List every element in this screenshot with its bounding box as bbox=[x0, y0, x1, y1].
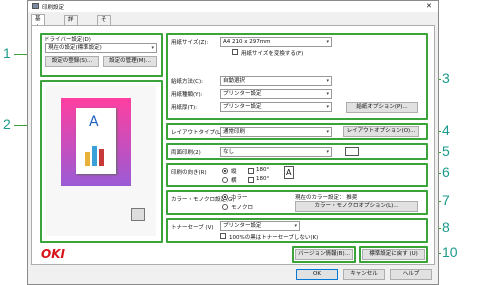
callout-3: 3 bbox=[442, 70, 450, 86]
tab-other[interactable]: その他設定 bbox=[97, 15, 111, 59]
chevron-down-icon: ▾ bbox=[326, 39, 329, 45]
layout-type-label: レイアウトタイプ(L) bbox=[171, 130, 223, 136]
callout-1: 1 bbox=[3, 45, 11, 61]
rotate-180-label-2: 180° bbox=[256, 176, 270, 182]
ok-button[interactable]: OK bbox=[296, 269, 338, 280]
rotate-180-checkbox-2[interactable] bbox=[248, 177, 254, 183]
color-radio[interactable] bbox=[222, 194, 228, 200]
version-info-button[interactable]: バージョン情報(B)... bbox=[295, 249, 353, 260]
printer-icon bbox=[32, 3, 39, 9]
toner-black-checkbox[interactable] bbox=[220, 233, 226, 239]
landscape-label: 横 bbox=[231, 178, 237, 184]
restore-defaults-button[interactable]: 標準設定に戻す (U) bbox=[362, 249, 425, 260]
document-letter: A bbox=[89, 114, 99, 130]
duplex-label: 両面印刷(2) bbox=[171, 150, 201, 156]
duplex-book-icon bbox=[345, 147, 359, 156]
oki-logo: OKI bbox=[41, 247, 65, 261]
toner-save-select[interactable]: プリンター設定 ▾ bbox=[220, 221, 300, 231]
callout-2: 2 bbox=[3, 116, 11, 132]
chevron-down-icon: ▾ bbox=[326, 91, 329, 97]
paper-feed-options-button[interactable]: 給紙オプション(P)... bbox=[346, 102, 418, 113]
layout-type-select[interactable]: 通常印刷 ▾ bbox=[220, 127, 332, 137]
mono-radio[interactable] bbox=[222, 204, 228, 210]
document-preview: A bbox=[76, 108, 116, 174]
print-settings-window: 印刷設定 ✕ 基本設定 詳細設定 その他設定 ドライバー設定(D) 現在の設定(… bbox=[27, 0, 439, 285]
chevron-down-icon: ▾ bbox=[151, 45, 154, 51]
landscape-radio[interactable] bbox=[222, 177, 228, 183]
toner-save-label: トナーセーブ (V) bbox=[171, 225, 214, 231]
callout-8: 8 bbox=[442, 219, 450, 235]
duplex-select[interactable]: なし ▾ bbox=[220, 147, 332, 157]
mono-option-label: モノクロ bbox=[231, 205, 254, 211]
chevron-down-icon: ▾ bbox=[326, 104, 329, 110]
paper-type-label: 用紙種類(Y): bbox=[171, 92, 203, 98]
callout-6: 6 bbox=[442, 164, 450, 180]
chevron-down-icon: ▾ bbox=[326, 149, 329, 155]
printer-preview-icon bbox=[131, 208, 145, 221]
paper-size-select[interactable]: A4 210 x 297mm ▾ bbox=[220, 37, 332, 47]
chevron-down-icon: ▾ bbox=[294, 223, 297, 229]
driver-settings-label: ドライバー設定(D) bbox=[44, 37, 91, 43]
rotate-180-label-1: 180° bbox=[256, 167, 270, 173]
paper-feed-select[interactable]: 自動選択 ▾ bbox=[220, 76, 332, 86]
cancel-button[interactable]: キャンセル bbox=[343, 269, 385, 280]
current-color-setting: 現在のカラー設定： 推奨 bbox=[295, 195, 358, 201]
window-title: 印刷設定 bbox=[42, 5, 65, 11]
layout-options-button[interactable]: レイアウトオプション(O)... bbox=[343, 126, 419, 137]
convert-paper-size-checkbox[interactable] bbox=[232, 49, 238, 55]
paper-feed-label: 給紙方法(C): bbox=[171, 79, 203, 85]
callout-4: 4 bbox=[442, 122, 450, 138]
paper-weight-select[interactable]: プリンター設定 ▾ bbox=[220, 102, 332, 112]
title-bar: 印刷設定 ✕ bbox=[28, 1, 438, 12]
callout-7: 7 bbox=[442, 192, 450, 208]
close-icon[interactable]: ✕ bbox=[426, 2, 432, 10]
paper-preview: A bbox=[61, 98, 131, 186]
callout-5: 5 bbox=[442, 143, 450, 159]
orientation-letter: A bbox=[286, 168, 292, 177]
register-settings-button[interactable]: 設定の登録(S)... bbox=[45, 56, 99, 67]
color-option-label: カラー bbox=[231, 195, 248, 201]
callout-10: 10 bbox=[442, 244, 458, 260]
paper-weight-label: 用紙厚(T): bbox=[171, 105, 198, 111]
orientation-page-icon: A bbox=[284, 166, 294, 179]
manage-settings-button[interactable]: 設定の管理(M)... bbox=[103, 56, 157, 67]
tab-advanced[interactable]: 詳細設定 bbox=[64, 15, 78, 50]
basic-settings-panel: ドライバー設定(D) 現在の設定(標準設定) ▾ 設定の登録(S)... 設定の管… bbox=[31, 25, 435, 265]
portrait-radio[interactable] bbox=[222, 168, 228, 174]
driver-settings-select[interactable]: 現在の設定(標準設定) ▾ bbox=[45, 43, 157, 53]
bar-icon-2 bbox=[92, 146, 97, 166]
chevron-down-icon: ▾ bbox=[326, 129, 329, 135]
color-mono-options-button[interactable]: カラー・モノクロオプション(L)... bbox=[295, 201, 418, 212]
paper-size-label: 用紙サイズ(Z): bbox=[171, 40, 209, 46]
toner-black-label: 100%の黒はトナーセーブしない(K) bbox=[229, 235, 319, 241]
convert-paper-size-label: 用紙サイズを変換する(F) bbox=[241, 51, 304, 57]
bar-icon-1 bbox=[85, 152, 90, 166]
chevron-down-icon: ▾ bbox=[326, 78, 329, 84]
preview-area: A bbox=[46, 86, 156, 236]
help-button[interactable]: ヘルプ bbox=[390, 269, 432, 280]
paper-type-select[interactable]: プリンター設定 ▾ bbox=[220, 89, 332, 99]
portrait-label: 縦 bbox=[231, 169, 237, 175]
rotate-180-checkbox-1[interactable] bbox=[248, 168, 254, 174]
orientation-label: 印刷の向き(R) bbox=[171, 170, 207, 176]
bar-icon-3 bbox=[99, 149, 104, 166]
tab-basic[interactable]: 基本設定 bbox=[31, 14, 45, 49]
